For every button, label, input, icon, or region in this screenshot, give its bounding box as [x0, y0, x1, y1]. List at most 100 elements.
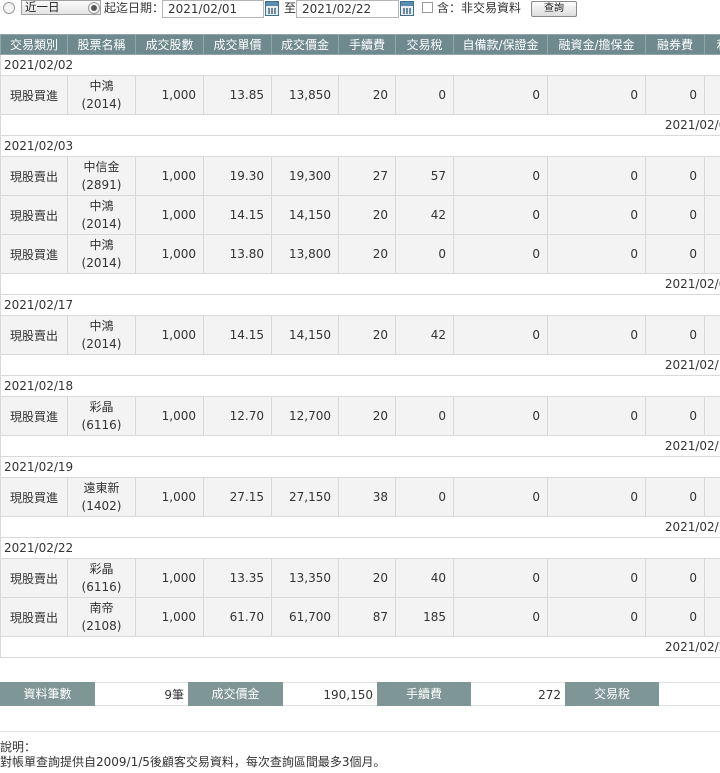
unit-price: 13.35	[203, 558, 272, 598]
trade-type: 現股買進	[0, 477, 68, 517]
column-header: 融資金/擔保金	[547, 34, 646, 55]
divider	[0, 731, 720, 732]
column-header: 股票名稱	[67, 34, 136, 55]
truncated-cell	[704, 597, 720, 637]
calendar-icon[interactable]	[400, 1, 414, 16]
tax: 0	[395, 234, 454, 274]
truncated-cell	[704, 195, 720, 235]
trade-type: 現股賣出	[0, 597, 68, 637]
end-date-input[interactable]	[296, 0, 399, 18]
stock-code: (2014)	[81, 337, 122, 351]
subtotal-row: 2021/02/03	[0, 273, 720, 295]
group-date: 2021/02/22	[0, 537, 720, 559]
truncated-cell	[704, 75, 720, 115]
margin-deposit: 0	[453, 315, 548, 355]
financing-amount: 0	[547, 156, 646, 196]
financing-amount: 0	[547, 597, 646, 637]
stock-name: 中鴻	[89, 319, 114, 333]
tax: 42	[395, 195, 454, 235]
table-row[interactable]: 現股買進 中鴻 (2014) 1,000 13.80 13,800 20 0 0 0 0	[0, 234, 720, 274]
financing-amount: 0	[547, 558, 646, 598]
period-radio[interactable]	[3, 2, 15, 14]
group-date: 2021/02/17	[0, 294, 720, 316]
tax: 57	[395, 156, 454, 196]
table-row[interactable]: 現股買進 遠東新 (1402) 1,000 27.15 27,150 38 0 0 0 0	[0, 477, 720, 517]
shares: 1,000	[135, 597, 204, 637]
stock-name-cell: 彩晶 (6116)	[67, 396, 136, 436]
short-fee: 0	[645, 156, 705, 196]
stock-name: 彩晶	[89, 400, 114, 414]
date-group-row: 2021/02/19	[0, 456, 720, 478]
table-row[interactable]: 現股賣出 南帝 (2108) 1,000 61.70 61,700 87 185 0 0 0	[0, 597, 720, 637]
trade-amount: 13,350	[271, 558, 339, 598]
short-fee: 0	[645, 597, 705, 637]
transactions-table-container: 交易類別 股票名稱 成交股數 成交單價 成交價金 手續費 交易稅 自備款/保證金…	[0, 34, 720, 658]
group-date: 2021/02/02	[0, 54, 720, 76]
column-header: 成交單價	[203, 34, 272, 55]
subtotal-date: 2021/02/18	[0, 435, 720, 457]
fee-value: 272	[471, 682, 565, 706]
fee: 38	[338, 477, 396, 517]
stock-code: (1402)	[81, 499, 122, 513]
stock-name: 中鴻	[89, 238, 114, 252]
fee: 20	[338, 315, 396, 355]
trade-type: 現股買進	[0, 396, 68, 436]
table-row[interactable]: 現股買進 彩晶 (6116) 1,000 12.70 12,700 20 0 0 0 0	[0, 396, 720, 436]
shares: 1,000	[135, 75, 204, 115]
financing-amount: 0	[547, 75, 646, 115]
count-value: 9筆	[95, 682, 188, 706]
stock-name: 南帝	[89, 601, 114, 615]
period-select-value: 近一日	[25, 0, 60, 14]
start-date-input[interactable]	[162, 0, 264, 18]
group-date: 2021/02/19	[0, 456, 720, 478]
trade-amount: 12,700	[271, 396, 339, 436]
margin-deposit: 0	[453, 558, 548, 598]
unit-price: 14.15	[203, 195, 272, 235]
trade-amount: 19,300	[271, 156, 339, 196]
calendar-icon[interactable]	[265, 1, 279, 16]
subtotal-date: 2021/02/03	[0, 273, 720, 295]
financing-amount: 0	[547, 477, 646, 517]
group-date: 2021/02/18	[0, 375, 720, 397]
date-range-radio[interactable]	[88, 2, 100, 14]
column-header: 成交股數	[135, 34, 204, 55]
query-button[interactable]: 查詢	[531, 1, 577, 17]
trade-amount: 14,150	[271, 315, 339, 355]
table-row[interactable]: 現股買進 中鴻 (2014) 1,000 13.85 13,850 20 0 0 0 0	[0, 75, 720, 115]
table-row[interactable]: 現股賣出 中信金 (2891) 1,000 19.30 19,300 27 57 0 0 0	[0, 156, 720, 196]
subtotal-date: 2021/02/22	[0, 636, 720, 658]
fee: 20	[338, 75, 396, 115]
trade-amount: 14,150	[271, 195, 339, 235]
stock-name-cell: 遠東新 (1402)	[67, 477, 136, 517]
stock-name-cell: 南帝 (2108)	[67, 597, 136, 637]
date-group-row: 2021/02/02	[0, 54, 720, 76]
shares: 1,000	[135, 396, 204, 436]
column-header: 利	[704, 34, 720, 55]
trade-type: 現股賣出	[0, 195, 68, 235]
shares: 1,000	[135, 558, 204, 598]
shares: 1,000	[135, 195, 204, 235]
stock-code: (2108)	[81, 619, 122, 633]
table-row[interactable]: 現股賣出 彩晶 (6116) 1,000 13.35 13,350 20 40 0 0 0	[0, 558, 720, 598]
short-fee: 0	[645, 195, 705, 235]
include-nontrade-checkbox[interactable]	[422, 2, 433, 13]
column-header: 交易類別	[0, 34, 68, 55]
to-label: 至	[284, 1, 297, 15]
table-row[interactable]: 現股賣出 中鴻 (2014) 1,000 14.15 14,150 20 42 0 0 0	[0, 315, 720, 355]
stock-code: (6116)	[81, 418, 122, 432]
fee: 20	[338, 396, 396, 436]
subtotal-row: 2021/02/22	[0, 636, 720, 658]
stock-code: (2014)	[81, 97, 122, 111]
shares: 1,000	[135, 156, 204, 196]
table-row[interactable]: 現股賣出 中鴻 (2014) 1,000 14.15 14,150 20 42 0 0 0	[0, 195, 720, 235]
column-header: 手續費	[338, 34, 396, 55]
trade-type: 現股賣出	[0, 315, 68, 355]
short-fee: 0	[645, 75, 705, 115]
date-group-row: 2021/02/18	[0, 375, 720, 397]
stock-name-cell: 中鴻 (2014)	[67, 195, 136, 235]
count-label: 資料筆數	[0, 682, 95, 706]
truncated-cell	[704, 156, 720, 196]
subtotal-date: 2021/02/19	[0, 516, 720, 538]
financing-amount: 0	[547, 315, 646, 355]
trade-amount: 13,850	[271, 75, 339, 115]
